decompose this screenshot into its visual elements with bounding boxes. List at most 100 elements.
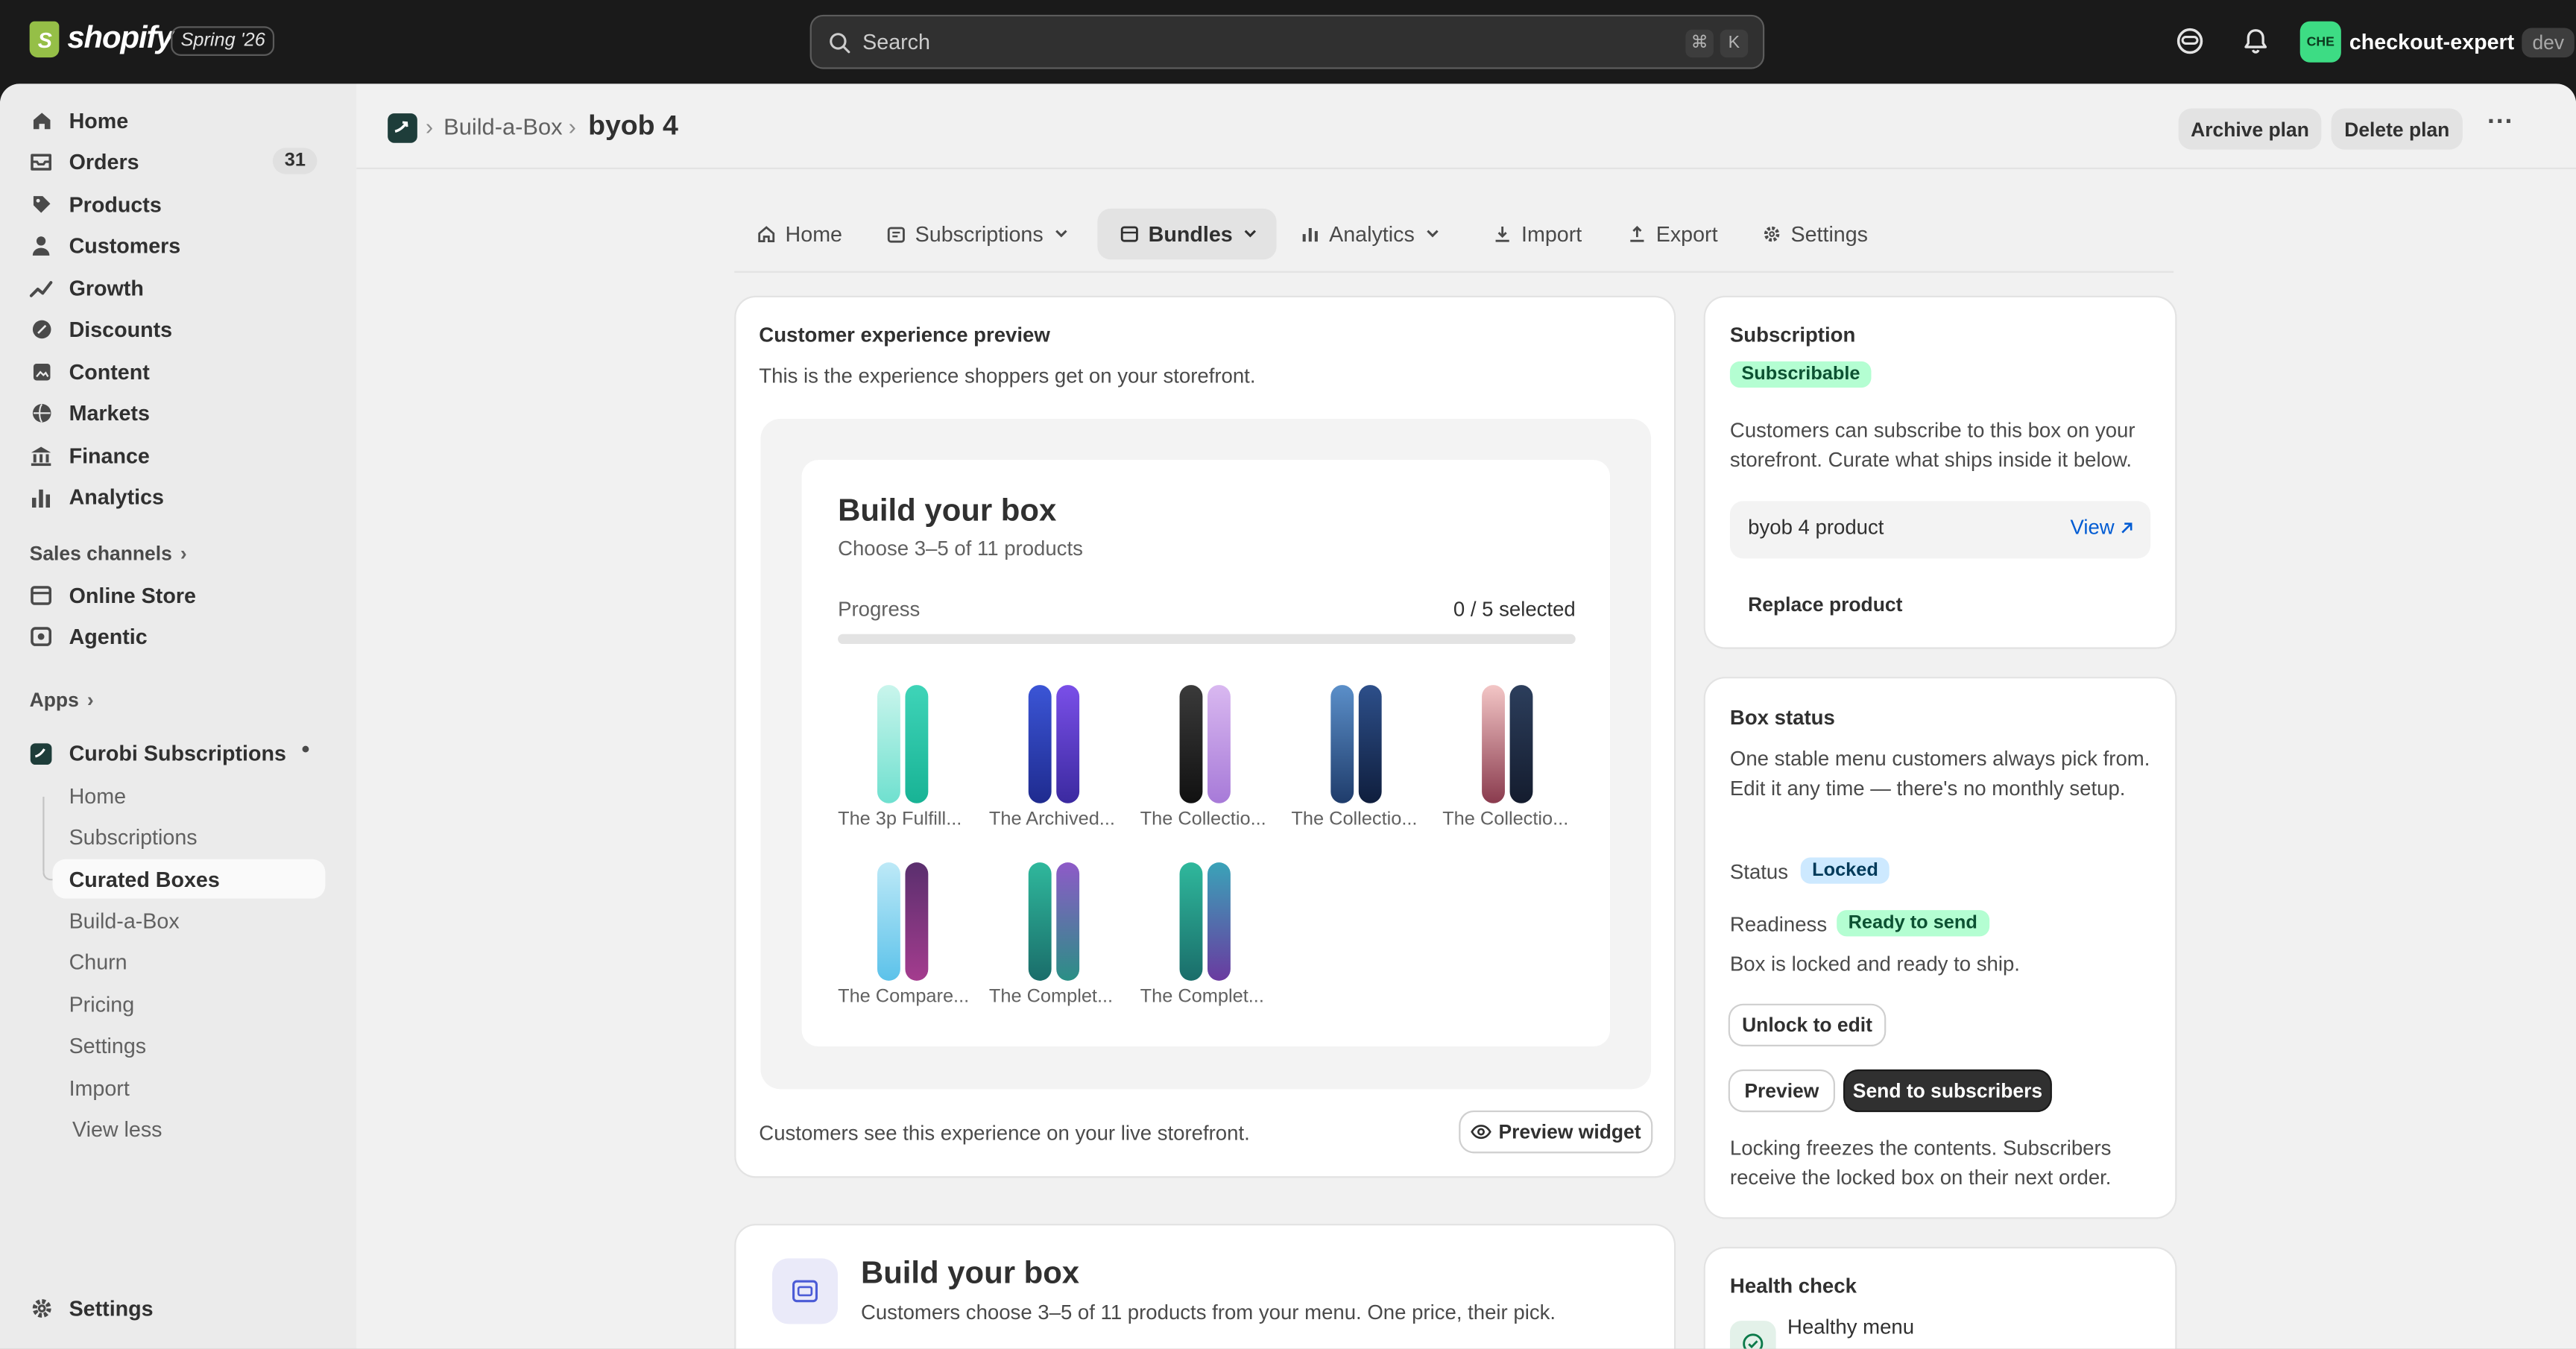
card-description: Customers can subscribe to this box on y…	[1729, 419, 2135, 472]
archive-plan-button[interactable]: Archive plan	[2178, 108, 2322, 150]
breadcrumb-separator-icon: ›	[425, 113, 434, 140]
sales-channels-header[interactable]: Sales channels ›	[30, 542, 187, 565]
tab-export[interactable]: Export	[1626, 209, 1718, 259]
preview-button[interactable]: Preview	[1729, 1071, 1834, 1111]
sidebar-item-online-store[interactable]: Online Store	[15, 575, 326, 616]
sidebar-item-products[interactable]: Products	[15, 184, 326, 225]
bell-icon[interactable]	[2241, 26, 2270, 56]
search-input[interactable]: Search ⌘ K	[809, 14, 1765, 69]
app-tabs: Home Subscriptions Bundles Analytics Imp…	[734, 207, 2174, 273]
discount-icon	[30, 317, 53, 341]
card-title: Customer experience preview	[759, 323, 1050, 347]
product-tile[interactable]: The Compare...	[838, 859, 969, 1007]
progress-bar	[838, 634, 1576, 645]
app-subitem-pricing[interactable]: Pricing	[53, 984, 326, 1023]
card-title: Box status	[1729, 706, 1835, 730]
sidebar-item-customers[interactable]: Customers	[15, 225, 326, 266]
breadcrumb[interactable]: Build-a-Box	[443, 113, 563, 139]
send-to-subscribers-button[interactable]: Send to subscribers	[1845, 1071, 2051, 1111]
sidekick-icon[interactable]	[2175, 26, 2205, 56]
view-less-link[interactable]: View less	[56, 1109, 329, 1149]
health-check-card: Health check Healthy menu	[1705, 1248, 2176, 1349]
env-badge: dev	[2522, 27, 2575, 57]
customer-experience-preview-card: Customer experience preview This is the …	[736, 297, 1674, 1177]
curobi-app-icon	[30, 742, 53, 765]
chevron-right-icon: ›	[180, 542, 187, 566]
product-tile[interactable]: The Collectio...	[1140, 682, 1272, 830]
tab-settings[interactable]: Settings	[1761, 209, 1868, 259]
product-tile[interactable]: The 3p Fulfill...	[838, 682, 969, 830]
widget-title: Build your box	[838, 494, 1057, 529]
app-subitem-import[interactable]: Import	[53, 1068, 326, 1108]
preview-widget-button[interactable]: Preview widget	[1460, 1112, 1652, 1152]
sidebar-item-label: Content	[69, 359, 150, 385]
page-header: › Build-a-Box › byob 4 Archive plan Dele…	[356, 83, 2576, 170]
search-placeholder: Search	[862, 29, 930, 54]
product-tile[interactable]: The Collectio...	[1291, 682, 1422, 830]
app-subitem-churn[interactable]: Churn	[53, 941, 326, 981]
tab-label: Subscriptions	[915, 221, 1044, 247]
shopify-logo[interactable]: shopify	[29, 21, 174, 58]
sidebar-item-markets[interactable]: Markets	[15, 393, 326, 434]
tab-import[interactable]: Import	[1491, 209, 1582, 259]
sidebar-item-discounts[interactable]: Discounts	[15, 309, 326, 350]
snowboard-image	[1140, 682, 1272, 803]
product-name: The Complet...	[1140, 987, 1264, 1008]
sidebar-item-growth[interactable]: Growth	[15, 268, 326, 309]
replace-product-button[interactable]: Replace product	[1748, 593, 1902, 616]
version-badge: Spring '26	[171, 26, 276, 56]
card-title: Subscription	[1729, 323, 1856, 347]
tab-subscriptions[interactable]: Subscriptions	[886, 209, 1070, 259]
subscriptions-icon	[886, 224, 905, 244]
status-badge: Locked	[1800, 857, 1890, 884]
tab-home[interactable]: Home	[756, 209, 842, 259]
sidebar-item-analytics[interactable]: Analytics	[15, 476, 326, 517]
chevron-down-icon	[1243, 222, 1259, 247]
app-subitem-curated-boxes[interactable]: Curated Boxes	[52, 859, 326, 899]
sidebar-item-curobi-subscriptions[interactable]: Curobi Subscriptions	[15, 733, 326, 774]
sidebar-item-content[interactable]: Content	[15, 352, 326, 393]
sidebar-item-orders[interactable]: Orders 31	[15, 142, 326, 183]
bank-icon	[30, 444, 53, 467]
chevron-right-icon: ›	[86, 688, 94, 712]
page-title: byob 4	[588, 110, 678, 142]
sidebar-item-label: Curobi Subscriptions	[69, 741, 286, 766]
tab-bundles[interactable]: Bundles	[1097, 208, 1277, 260]
store-icon	[30, 584, 53, 607]
orders-icon	[30, 151, 53, 174]
app-subitem-settings[interactable]: Settings	[53, 1025, 326, 1064]
preview-canvas: Build your box Choose 3–5 of 11 products…	[760, 419, 1652, 1090]
breadcrumb-separator-icon: ›	[568, 113, 576, 140]
snowboard-image	[989, 682, 1120, 803]
sidebar-item-home[interactable]: Home	[15, 100, 326, 141]
app-subitem-build-a-box[interactable]: Build-a-Box	[53, 900, 326, 940]
delete-plan-button[interactable]: Delete plan	[2331, 108, 2463, 150]
app-subitem-home[interactable]: Home	[53, 775, 326, 815]
view-product-link[interactable]: View	[2070, 516, 2134, 539]
sidebar-item-agentic[interactable]: Agentic	[15, 616, 326, 657]
apps-header[interactable]: Apps ›	[30, 689, 94, 712]
sidebar-item-label: Discounts	[69, 317, 173, 342]
card-description: One stable menu customers always pick fr…	[1729, 747, 2150, 800]
product-tile[interactable]: The Collectio...	[1442, 682, 1573, 830]
product-tile[interactable]: The Complet...	[989, 859, 1120, 1007]
product-tile[interactable]: The Complet...	[1140, 859, 1272, 1007]
account-name: checkout-expert	[2349, 29, 2515, 54]
app-subitem-subscriptions[interactable]: Subscriptions	[53, 816, 326, 856]
sidebar-item-finance[interactable]: Finance	[15, 435, 326, 476]
progress-value: 0 / 5 selected	[1453, 598, 1576, 622]
pin-dot-icon[interactable]	[302, 745, 309, 753]
globe-icon	[30, 402, 53, 425]
sidebar-item-label: Agentic	[69, 624, 148, 649]
sidebar-item-settings[interactable]: Settings	[15, 1288, 326, 1329]
main-content: › Build-a-Box › byob 4 Archive plan Dele…	[356, 83, 2576, 1349]
more-actions-button[interactable]: ···	[2484, 110, 2517, 143]
import-icon	[1491, 224, 1511, 244]
unlock-to-edit-button[interactable]: Unlock to edit	[1729, 1005, 1885, 1045]
orders-count-badge: 31	[273, 148, 318, 174]
account-menu[interactable]: CHE checkout-expert dev	[2299, 21, 2575, 63]
product-tile[interactable]: The Archived...	[989, 682, 1120, 830]
tab-analytics[interactable]: Analytics	[1299, 209, 1441, 259]
external-link-icon	[2121, 522, 2133, 533]
curobi-app-icon[interactable]	[388, 113, 417, 143]
